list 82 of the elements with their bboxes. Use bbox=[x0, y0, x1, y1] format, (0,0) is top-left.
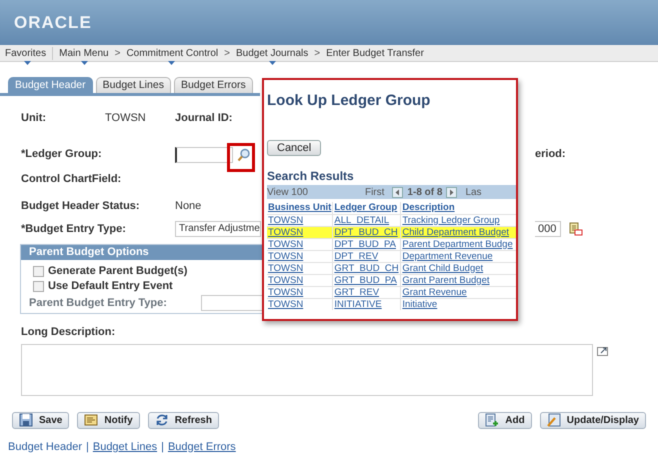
page-label: Budget Header bbox=[8, 440, 82, 454]
field-label: *Budget Entry Type: bbox=[21, 222, 127, 237]
section-title: Search Results bbox=[267, 169, 355, 183]
result-link[interactable]: TOWSN bbox=[268, 286, 304, 298]
page-link[interactable]: Budget Lines bbox=[92, 438, 158, 455]
result-link[interactable]: TOWSN bbox=[268, 262, 304, 274]
result-link[interactable]: DPT_BUD_PA bbox=[334, 238, 396, 250]
tab[interactable]: Budget Lines bbox=[96, 77, 171, 93]
result-link[interactable]: DPT_REV bbox=[334, 250, 378, 262]
checkbox-label: Generate Parent Budget(s) bbox=[48, 264, 188, 280]
page-link[interactable]: Budget Errors bbox=[168, 438, 236, 455]
checkbox[interactable] bbox=[33, 266, 44, 277]
field-label: eriod: bbox=[535, 147, 567, 162]
view-all-link[interactable]: View 100 bbox=[267, 184, 308, 200]
result-link[interactable]: Grant Child Budget bbox=[402, 262, 484, 274]
result-link[interactable]: INITIATIVE bbox=[334, 298, 382, 310]
previous-icon[interactable] bbox=[392, 186, 404, 198]
save-icon bbox=[19, 413, 33, 427]
checkbox-label: Use Default Entry Event bbox=[48, 279, 173, 294]
next-icon[interactable] bbox=[446, 186, 458, 198]
highlight-frame bbox=[227, 143, 255, 172]
checkbox[interactable] bbox=[33, 281, 44, 292]
expand-icon[interactable] bbox=[597, 344, 609, 356]
result-link[interactable]: TOWSN bbox=[268, 214, 304, 226]
field-label: *Ledger Group: bbox=[21, 147, 103, 162]
description-field[interactable] bbox=[21, 344, 593, 396]
document-icon[interactable] bbox=[569, 222, 583, 236]
search-icon[interactable] bbox=[237, 148, 251, 162]
field-value: None bbox=[175, 199, 202, 214]
result-link[interactable]: Initiative bbox=[402, 298, 438, 310]
breadcrumb-separator: > bbox=[224, 46, 230, 60]
field-value: TOWSN bbox=[105, 111, 147, 126]
result-link[interactable]: GRT_REV bbox=[334, 286, 380, 298]
result-link[interactable]: TOWSN bbox=[268, 250, 304, 262]
field-label: Unit: bbox=[21, 111, 48, 126]
column-header[interactable]: Business Unit bbox=[268, 202, 332, 214]
oracle-logo: ORACLE bbox=[14, 14, 92, 32]
result-link[interactable]: ALL_DETAIL bbox=[334, 214, 390, 226]
breadcrumb-link[interactable]: Main Menu bbox=[59, 46, 109, 60]
breadcrumb-link[interactable]: Budget Journals bbox=[236, 46, 308, 60]
column-header[interactable]: Description bbox=[402, 202, 455, 214]
result-link[interactable]: TOWSN bbox=[268, 274, 304, 286]
field-label: Control ChartField: bbox=[21, 172, 122, 188]
first-link[interactable]: First bbox=[364, 184, 384, 200]
action-button[interactable]: Save bbox=[12, 412, 70, 428]
column-header[interactable]: Ledger Group bbox=[334, 202, 398, 214]
amount-field[interactable]: 000 bbox=[535, 221, 561, 237]
page-range: 1-8 of 8 bbox=[407, 186, 442, 200]
result-link[interactable]: Grant Parent Budget bbox=[402, 274, 490, 286]
result-link[interactable]: Tracking Ledger Group bbox=[402, 214, 500, 226]
last-link[interactable]: Las bbox=[465, 184, 482, 200]
action-button[interactable]: Notify bbox=[77, 412, 140, 428]
ledger-group-field[interactable] bbox=[175, 146, 233, 162]
result-link[interactable]: Department Revenue bbox=[402, 250, 493, 262]
pencil-document-icon bbox=[546, 413, 561, 427]
add-document-icon bbox=[485, 413, 500, 427]
breadcrumb-link[interactable]: Favorites bbox=[5, 46, 46, 60]
result-link[interactable]: GRT_BUD_CH bbox=[334, 262, 399, 274]
result-link[interactable]: TOWSN bbox=[268, 238, 304, 250]
field-label: Long Description: bbox=[21, 325, 116, 340]
tab[interactable]: Budget Errors bbox=[174, 77, 253, 93]
entry-type-select[interactable]: Transfer Adjustme bbox=[175, 221, 261, 237]
breadcrumb-separator: > bbox=[314, 46, 320, 60]
link-separator: | bbox=[86, 440, 89, 454]
action-button[interactable]: Update/Display bbox=[540, 412, 646, 428]
field-label: Budget Header Status: bbox=[21, 199, 141, 214]
breadcrumb-separator: > bbox=[114, 46, 120, 60]
refresh-icon bbox=[154, 413, 169, 427]
note-icon bbox=[84, 413, 98, 427]
link-separator: | bbox=[161, 440, 164, 454]
action-button[interactable]: Refresh bbox=[148, 412, 219, 428]
field-label: Parent Budget Entry Type: bbox=[29, 296, 167, 311]
breadcrumb-link[interactable]: Enter Budget Transfer bbox=[326, 46, 424, 60]
field-label: Journal ID: bbox=[175, 111, 232, 126]
action-button[interactable]: Add bbox=[478, 412, 532, 428]
result-link[interactable]: TOWSN bbox=[268, 298, 304, 310]
cancel-button[interactable]: Cancel bbox=[267, 140, 322, 156]
result-link[interactable]: Parent Department Budge bbox=[402, 238, 513, 250]
breadcrumb-link[interactable]: Commitment Control bbox=[126, 46, 218, 60]
result-link[interactable]: GRT_BUD_PA bbox=[334, 274, 397, 286]
result-link[interactable]: Grant Revenue bbox=[402, 286, 467, 298]
dialog-title: Look Up Ledger Group bbox=[267, 92, 432, 110]
